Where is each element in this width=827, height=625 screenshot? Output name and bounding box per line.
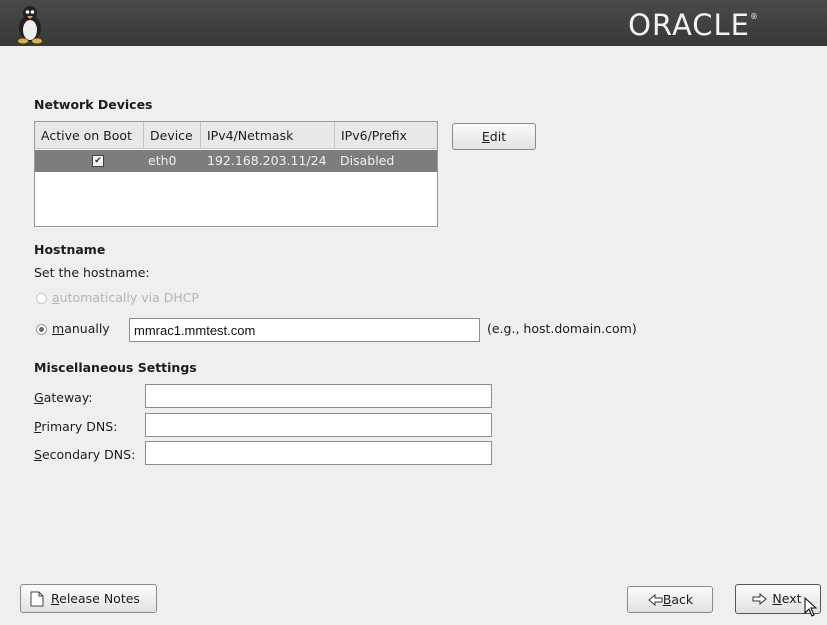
header-banner: ORACLE® <box>0 0 827 46</box>
manual-label[interactable]: manually <box>52 321 110 336</box>
edit-button[interactable]: Edit <box>452 123 536 150</box>
primary-dns-label: Primary DNS: <box>34 419 118 434</box>
back-button[interactable]: Back <box>627 586 713 613</box>
gateway-input[interactable] <box>145 384 492 408</box>
secondary-dns-input[interactable] <box>145 441 492 465</box>
secondary-dns-label: Secondary DNS: <box>34 447 136 462</box>
hostname-input[interactable] <box>129 318 480 342</box>
document-icon <box>30 591 44 607</box>
device-cell: eth0 <box>148 153 177 168</box>
hostname-example: (e.g., host.domain.com) <box>487 321 637 336</box>
release-notes-button[interactable]: Release Notes <box>20 584 157 613</box>
mouse-cursor-icon <box>804 597 818 617</box>
column-header-active-on-boot[interactable]: Active on Boot <box>35 122 144 149</box>
active-on-boot-checkbox[interactable]: ✔ <box>92 155 104 167</box>
next-arrow-icon <box>752 593 767 605</box>
hostname-prompt: Set the hostname: <box>34 265 150 280</box>
hostname-title: Hostname <box>34 242 106 257</box>
dhcp-radio[interactable] <box>36 293 47 304</box>
ipv4-cell: 192.168.203.11/24 <box>207 153 327 168</box>
table-row[interactable]: ✔ eth0 192.168.203.11/24 Disabled <box>35 150 437 172</box>
misc-settings-title: Miscellaneous Settings <box>34 360 197 375</box>
back-arrow-icon <box>648 594 663 606</box>
primary-dns-input[interactable] <box>145 413 492 437</box>
column-header-device[interactable]: Device <box>144 122 201 149</box>
gateway-label: Gateway: <box>34 390 93 405</box>
manual-radio[interactable] <box>36 324 47 335</box>
network-devices-table[interactable]: Active on Boot Device IPv4/Netmask IPv6/… <box>34 121 438 227</box>
tux-logo-icon <box>18 6 42 44</box>
ipv6-cell: Disabled <box>340 153 395 168</box>
column-header-ipv6[interactable]: IPv6/Prefix <box>335 122 437 149</box>
oracle-logo: ORACLE® <box>628 8 759 42</box>
network-devices-title: Network Devices <box>34 97 153 112</box>
column-header-ipv4[interactable]: IPv4/Netmask <box>201 122 335 149</box>
dhcp-label[interactable]: automatically via DHCP <box>52 290 199 305</box>
